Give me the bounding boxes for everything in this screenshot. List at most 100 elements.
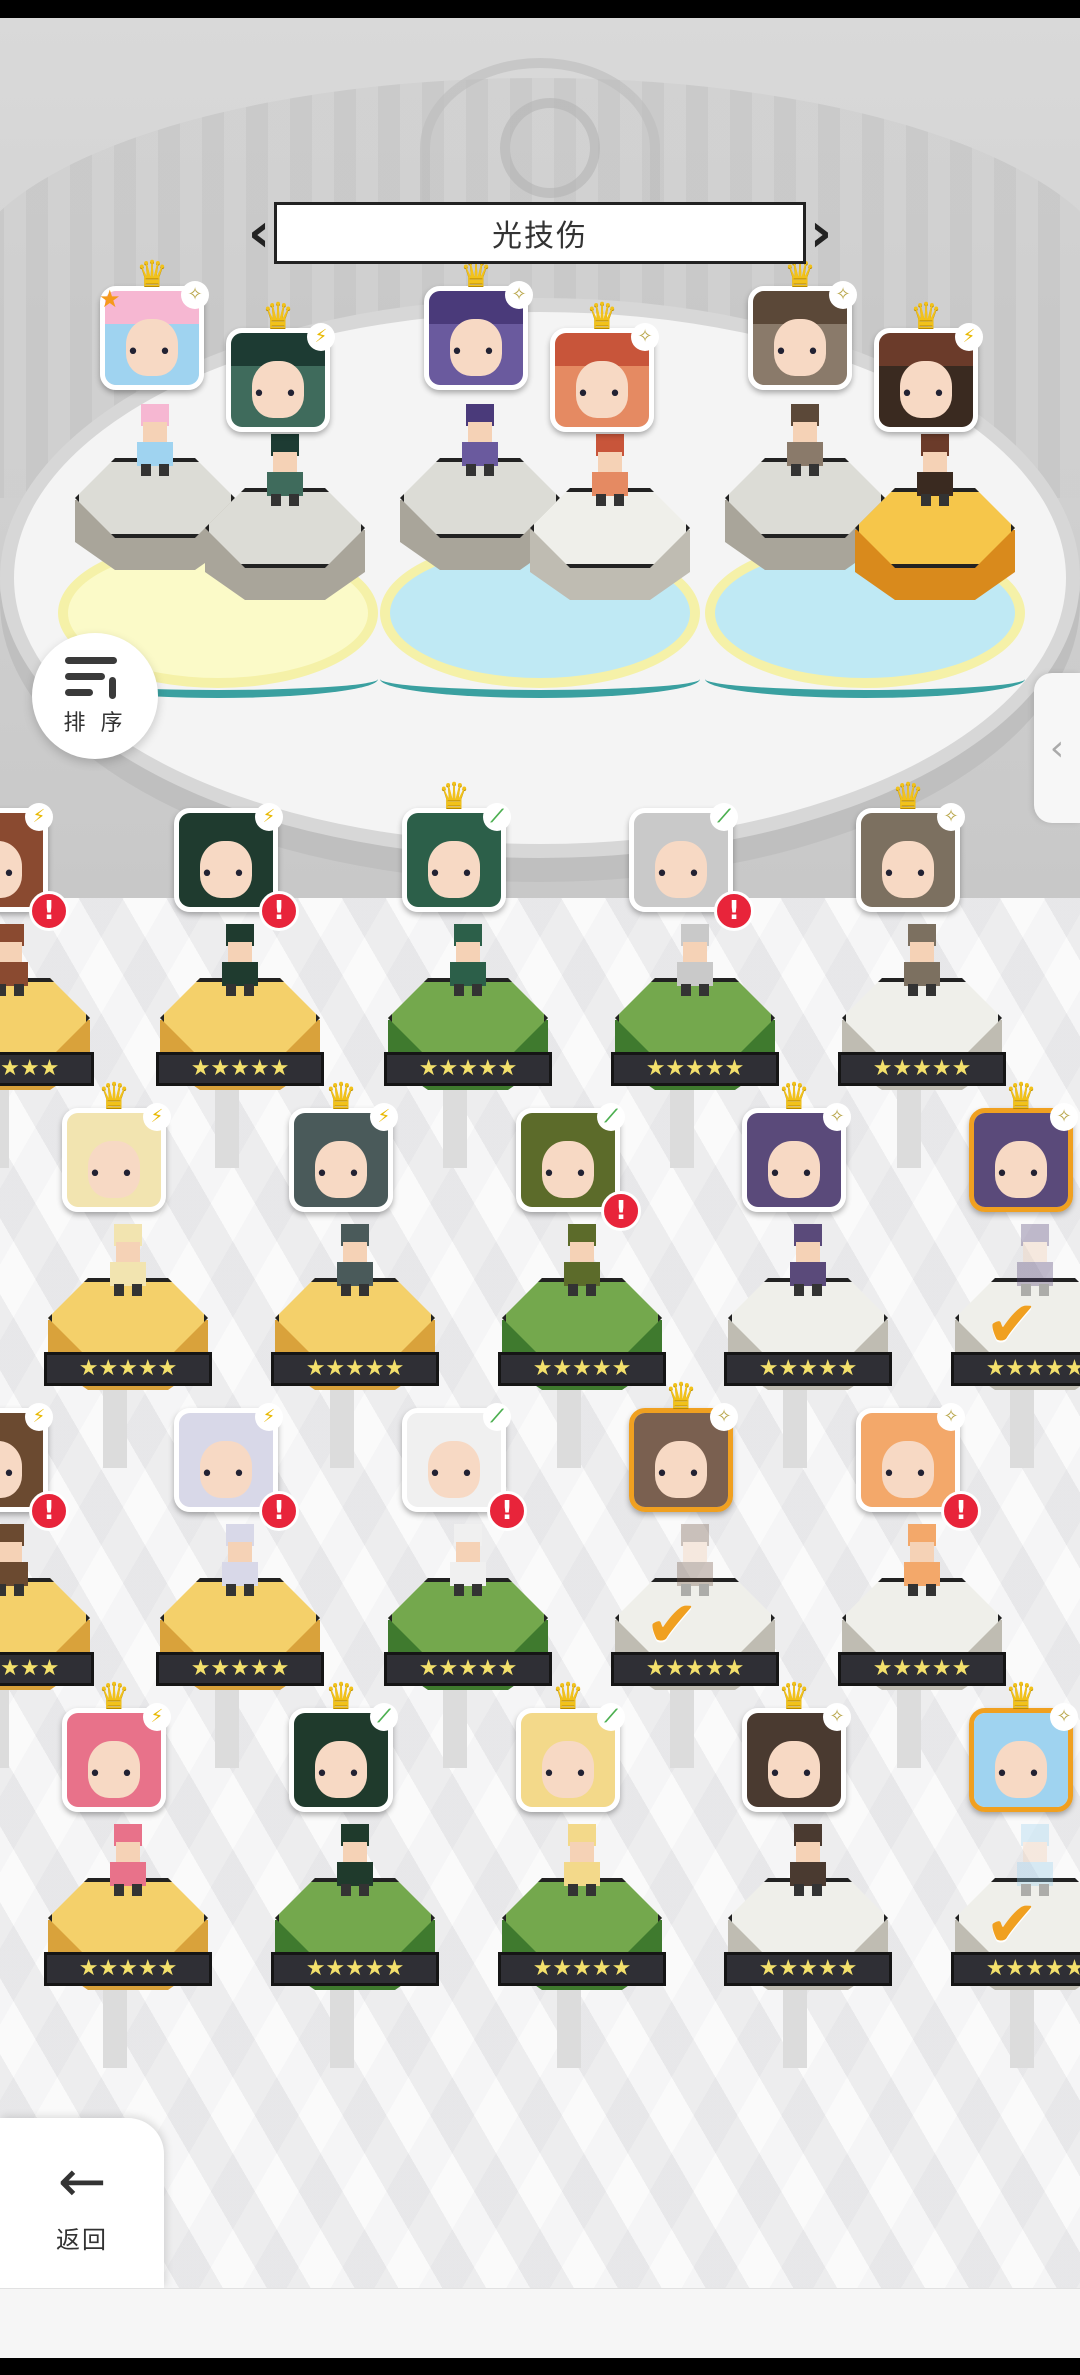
hero-sprite <box>554 1824 610 1896</box>
hero-portrait[interactable]: ⟋! <box>629 803 754 931</box>
hero-pedestal[interactable]: ★★★★★ ✔ <box>951 1224 1080 1408</box>
hero-portrait[interactable]: ⟋! <box>516 1103 641 1231</box>
hero-portrait[interactable]: ⟋! <box>402 1403 527 1531</box>
chevron-left-icon: ‹ <box>1049 727 1065 769</box>
element-icon: ✧ <box>631 323 659 351</box>
crown-icon: ♛ <box>777 1076 811 1117</box>
crown-icon: ♛ <box>777 1676 811 1717</box>
checkmark-icon: ✔ <box>985 1888 1039 1962</box>
sort-button[interactable]: 排 序 <box>32 633 158 759</box>
hero-portrait[interactable]: ⚡! <box>0 1403 69 1531</box>
alert-badge: ! <box>29 891 69 931</box>
back-button[interactable]: ← 返回 <box>0 2118 164 2288</box>
crown-icon: ♛ <box>261 296 295 337</box>
hero-portrait[interactable]: ✧! <box>856 1403 981 1531</box>
hero-portrait[interactable]: ♛⚡ <box>62 1079 171 1212</box>
chevron-left-icon[interactable]: ‹ <box>244 200 274 266</box>
hero-portrait[interactable]: ⚡! <box>0 803 69 931</box>
hero-pedestal[interactable]: ★★★★★ <box>44 1224 212 1408</box>
alert-badge: ! <box>487 1491 527 1531</box>
crown-icon: ♛ <box>324 1076 358 1117</box>
star-rating: ★★★★★ <box>838 1052 1006 1086</box>
element-icon: ⚡ <box>955 323 983 351</box>
crown-icon: ♛ <box>97 1076 131 1117</box>
hero-pedestal[interactable]: ★★★★★ <box>156 924 324 1108</box>
element-icon: ⟋ <box>710 803 738 831</box>
side-drawer-tab[interactable]: ‹ <box>1034 673 1080 823</box>
chevron-right-icon[interactable]: › <box>806 200 836 266</box>
hero-pedestal[interactable]: ★★★★★ <box>498 1824 666 2008</box>
hero-portrait[interactable]: ♛✧ <box>969 1079 1078 1212</box>
hero-pedestal[interactable]: ★★★★★ <box>384 1524 552 1708</box>
hero-pedestal[interactable]: ★★★★★ <box>271 1224 439 1408</box>
star-rating: ★★★★★ <box>384 1652 552 1686</box>
hero-sprite <box>452 404 508 476</box>
sort-descending-icon <box>65 655 125 699</box>
hero-portrait[interactable]: ♛⟋ <box>289 1679 398 1812</box>
formation-title: 光技伤 <box>274 202 806 264</box>
star-rating: ★★★★★ <box>271 1352 439 1386</box>
hero-portrait[interactable]: ⚡! <box>174 803 299 931</box>
star-rating: ★★★★★ <box>156 1052 324 1086</box>
hero-portrait[interactable]: ♛✧ <box>748 257 857 390</box>
hero-sprite <box>1007 1824 1063 1896</box>
hero-portrait[interactable]: ♛✧ <box>424 257 533 390</box>
hero-pedestal[interactable]: ★★★★★ <box>0 924 94 1108</box>
hero-portrait[interactable]: ♛⚡ <box>226 299 335 432</box>
element-icon: ⟋ <box>597 1703 625 1731</box>
hero-pedestal[interactable] <box>205 434 365 618</box>
hero-portrait[interactable]: ⚡! <box>174 1403 299 1531</box>
element-icon: ✧ <box>937 803 965 831</box>
hero-pedestal[interactable]: ★★★★★ <box>724 1824 892 2008</box>
hero-pedestal[interactable]: ★★★★★ ✔ <box>951 1824 1080 2008</box>
element-icon: ⟋ <box>483 803 511 831</box>
alert-badge: ! <box>714 891 754 931</box>
hero-pedestal[interactable]: ★★★★★ <box>838 1524 1006 1708</box>
checkmark-icon: ✔ <box>985 1288 1039 1362</box>
hero-pedestal[interactable]: ★★★★★ <box>611 924 779 1108</box>
hero-pedestal[interactable] <box>855 434 1015 618</box>
hero-pedestal[interactable]: ★★★★★ <box>384 924 552 1108</box>
star-rating: ★★★★★ <box>724 1352 892 1386</box>
hero-pedestal[interactable]: ★★★★★ <box>0 1524 94 1708</box>
hero-pedestal[interactable]: ★★★★★ <box>838 924 1006 1108</box>
hero-portrait[interactable]: ♛✧ <box>550 299 659 432</box>
crown-icon: ♛ <box>891 776 925 817</box>
hero-portrait[interactable]: ♛⚡ <box>874 299 983 432</box>
crown-icon: ♛ <box>1004 1676 1038 1717</box>
hero-portrait[interactable]: ♛✧ <box>856 779 965 912</box>
hero-portrait[interactable]: ♛✧ <box>742 1079 851 1212</box>
element-icon: ✧ <box>823 1103 851 1131</box>
hero-sprite <box>582 434 638 506</box>
element-icon: ⚡ <box>25 803 53 831</box>
hero-pedestal[interactable]: ★★★★★ <box>498 1224 666 1408</box>
hero-sprite <box>440 1524 496 1596</box>
hero-sprite <box>667 924 723 996</box>
alert-badge: ! <box>601 1191 641 1231</box>
hero-pedestal[interactable] <box>530 434 690 618</box>
element-icon: ✧ <box>1050 1103 1078 1131</box>
hero-portrait[interactable]: ♛⚡ <box>289 1079 398 1212</box>
element-icon: ✧ <box>181 281 209 309</box>
hero-pedestal[interactable]: ★★★★★ ✔ <box>611 1524 779 1708</box>
star-rating: ★★★★★ <box>44 1952 212 1986</box>
hero-portrait[interactable]: ♛⟋ <box>516 1679 625 1812</box>
alert-badge: ! <box>259 1491 299 1531</box>
hero-portrait[interactable]: ♛✧ <box>742 1679 851 1812</box>
hero-portrait[interactable]: ♛✧ <box>629 1379 738 1512</box>
hero-portrait[interactable]: ♛⟋ <box>402 779 511 912</box>
star-rating: ★★★★★ <box>0 1652 94 1686</box>
hero-portrait[interactable]: ♛✧ <box>969 1679 1078 1812</box>
hero-portrait[interactable]: ♛⚡ <box>62 1679 171 1812</box>
element-icon: ⚡ <box>255 1403 283 1431</box>
element-icon: ✧ <box>829 281 857 309</box>
element-icon: ⚡ <box>307 323 335 351</box>
hero-pedestal[interactable]: ★★★★★ <box>44 1824 212 2008</box>
hero-pedestal[interactable]: ★★★★★ <box>156 1524 324 1708</box>
element-icon: ⟋ <box>483 1403 511 1431</box>
hero-portrait[interactable]: ♛ ✧ ★ <box>99 257 209 390</box>
element-icon: ⚡ <box>370 1103 398 1131</box>
crown-icon: ♛ <box>324 1676 358 1717</box>
hero-pedestal[interactable]: ★★★★★ <box>724 1224 892 1408</box>
hero-pedestal[interactable]: ★★★★★ <box>271 1824 439 2008</box>
